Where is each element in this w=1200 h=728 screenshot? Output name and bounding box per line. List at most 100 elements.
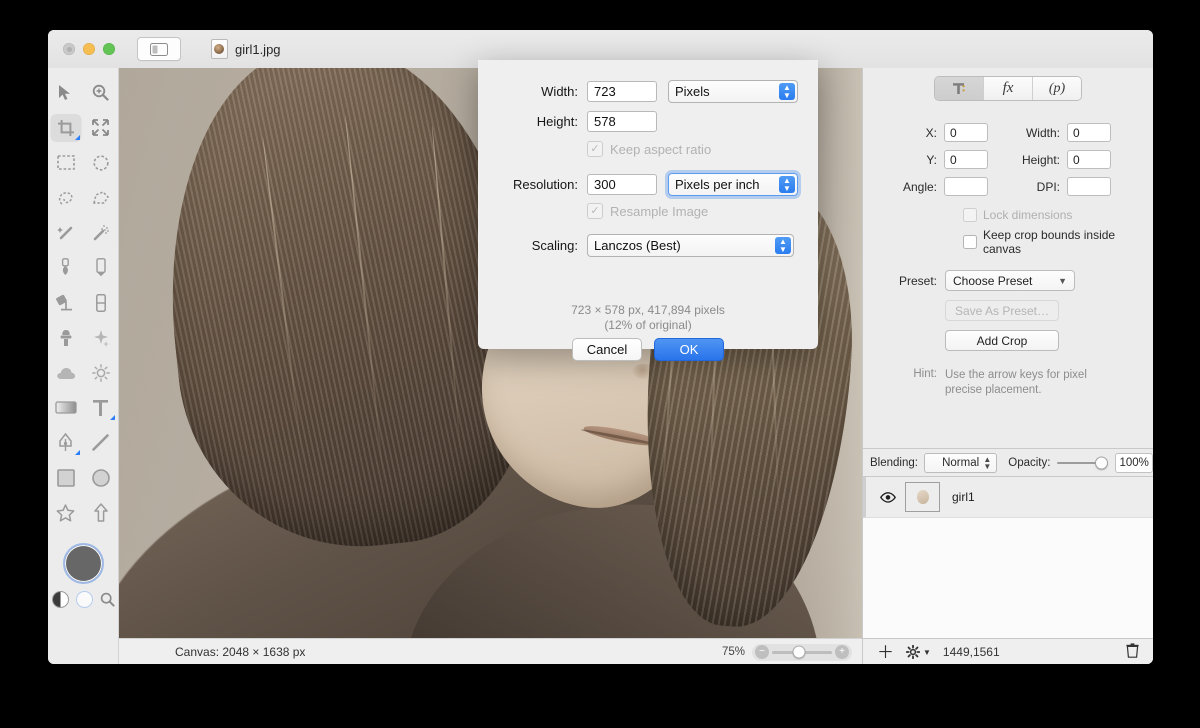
tool-rectangle-select[interactable]: [48, 146, 83, 179]
tool-eraser[interactable]: [83, 286, 118, 319]
inspector-tabbar: fx (p): [863, 68, 1153, 101]
zoom-out-icon[interactable]: −: [755, 645, 769, 659]
zoom-slider[interactable]: − +: [752, 643, 852, 661]
y-input[interactable]: 0: [944, 150, 988, 169]
tool-line[interactable]: [83, 426, 118, 459]
tool-pen[interactable]: [48, 426, 83, 459]
plus-icon[interactable]: ＋: [877, 644, 894, 661]
dialog-row-resample: ✓ Resample Image: [587, 203, 708, 219]
blending-dropdown[interactable]: Normal ▲ ▼: [923, 452, 998, 473]
tool-zoom[interactable]: [83, 76, 118, 109]
dialog-resolution-unit-dropdown[interactable]: Pixels per inch ▲ ▼: [668, 173, 798, 196]
x-input[interactable]: 0: [944, 123, 988, 142]
zoom-slider-knob[interactable]: [792, 645, 806, 659]
width-input[interactable]: 0: [1067, 123, 1111, 142]
dialog-resolution-input[interactable]: 300: [587, 174, 657, 195]
tool-rectangle-shape[interactable]: [48, 461, 83, 494]
layer-row[interactable]: girl1: [863, 477, 1153, 518]
eye-icon[interactable]: [880, 491, 896, 503]
tool-ellipse-shape[interactable]: [83, 461, 118, 494]
add-crop-button[interactable]: Add Crop: [945, 330, 1059, 351]
tool-clone-stamp[interactable]: [48, 321, 83, 354]
dialog-height-input[interactable]: 578: [587, 111, 657, 132]
tool-healing[interactable]: [83, 321, 118, 354]
gear-menu[interactable]: ▼: [906, 645, 931, 659]
height-label: Height:: [1021, 152, 1060, 167]
lasso-icon: [58, 191, 73, 205]
tab-tool-options[interactable]: [935, 77, 984, 100]
sparkle-wand-icon: [93, 224, 109, 240]
color-ring-icon[interactable]: [75, 591, 93, 608]
crop-options-body: X: 0 Width: 0 Y: 0 Height: 0 Angle: DPI:: [863, 101, 1153, 398]
dialog-width-input[interactable]: 723: [587, 81, 657, 102]
dialog-width-label: Width:: [541, 84, 578, 99]
dialog-row-height: Height: 578: [490, 111, 657, 132]
tool-smart-select[interactable]: [83, 216, 118, 249]
blending-label: Blending:: [870, 456, 918, 469]
tool-blur[interactable]: [48, 356, 83, 389]
tool-arrow-shape[interactable]: [83, 496, 118, 529]
tool-lasso[interactable]: [48, 181, 83, 214]
zoom-slider-track[interactable]: [772, 645, 832, 659]
crop-icon: [57, 119, 74, 136]
tab-parameters[interactable]: (p): [1033, 77, 1081, 100]
opacity-slider-knob[interactable]: [1095, 456, 1109, 469]
save-as-preset-button: Save As Preset…: [945, 300, 1059, 321]
tool-dodge[interactable]: [83, 356, 118, 389]
foreground-color-swatch[interactable]: [62, 543, 104, 584]
canvas-size-label: Canvas: 2048 × 1638 px: [175, 645, 306, 659]
chevron-down-icon: ▼: [1058, 275, 1067, 286]
dialog-width-unit-dropdown[interactable]: Pixels ▲ ▼: [668, 80, 798, 103]
angle-input[interactable]: [944, 177, 988, 196]
tool-transform[interactable]: [83, 111, 118, 144]
tool-ellipse-select[interactable]: [83, 146, 118, 179]
close-button[interactable]: [63, 43, 75, 55]
resample-image-checkbox: ✓: [587, 203, 603, 219]
star-icon: [56, 503, 75, 522]
marquee-ellipse-icon: [92, 154, 109, 171]
tool-text[interactable]: [83, 391, 118, 424]
tool-star-shape[interactable]: [48, 496, 83, 529]
ok-button[interactable]: OK: [654, 338, 724, 361]
sidebar-toggle-icon: [150, 42, 168, 56]
tool-variant-indicator: [110, 415, 115, 420]
tool-palette: [48, 68, 119, 664]
zoom-in-icon[interactable]: +: [835, 645, 849, 659]
sidebar-toggle-button[interactable]: [137, 37, 181, 61]
tab-effects[interactable]: fx: [984, 77, 1033, 100]
height-input[interactable]: 0: [1067, 150, 1111, 169]
tool-paint-bucket[interactable]: [48, 286, 83, 319]
preset-dropdown[interactable]: Choose Preset ▼: [945, 270, 1075, 291]
opacity-slider[interactable]: [1057, 456, 1109, 469]
clone-stamp-icon: [60, 329, 71, 346]
magic-wand-icon: [56, 226, 72, 239]
tool-crop[interactable]: [48, 111, 83, 144]
color-swatch-area: [48, 543, 118, 608]
contrast-circle-icon[interactable]: [51, 591, 69, 608]
minimize-button[interactable]: [83, 43, 95, 55]
stepper-icon: ▲ ▼: [779, 83, 795, 100]
tool-magic-wand[interactable]: [48, 216, 83, 249]
line-icon: [92, 434, 109, 451]
dialog-buttons: Cancel OK: [478, 338, 818, 361]
dpi-input[interactable]: [1067, 177, 1111, 196]
chevron-down-icon: ▼: [923, 647, 931, 657]
tool-move[interactable]: [48, 76, 83, 109]
pencil-icon: [95, 258, 106, 277]
cancel-button[interactable]: Cancel: [572, 338, 642, 361]
maximize-button[interactable]: [103, 43, 115, 55]
keep-crop-bounds-checkbox[interactable]: [963, 235, 977, 249]
opacity-value[interactable]: 100%: [1115, 452, 1153, 473]
dialog-scaling-dropdown[interactable]: Lanczos (Best) ▲ ▼: [587, 234, 794, 257]
trash-icon[interactable]: [1126, 643, 1139, 661]
layer-name: girl1: [952, 490, 975, 504]
magnifier-icon[interactable]: [100, 592, 115, 607]
circle-icon: [91, 468, 110, 487]
tool-gradient[interactable]: [48, 391, 83, 424]
keep-crop-bounds-label: Keep crop bounds inside canvas: [983, 228, 1116, 256]
tool-pencil[interactable]: [83, 251, 118, 284]
checkbox-keep-crop-bounds[interactable]: Keep crop bounds inside canvas: [963, 228, 1139, 256]
tool-polygon-lasso[interactable]: [83, 181, 118, 214]
tool-brush[interactable]: [48, 251, 83, 284]
layer-blending-row: Blending: Normal ▲ ▼ Opacity: 100%: [863, 449, 1153, 476]
